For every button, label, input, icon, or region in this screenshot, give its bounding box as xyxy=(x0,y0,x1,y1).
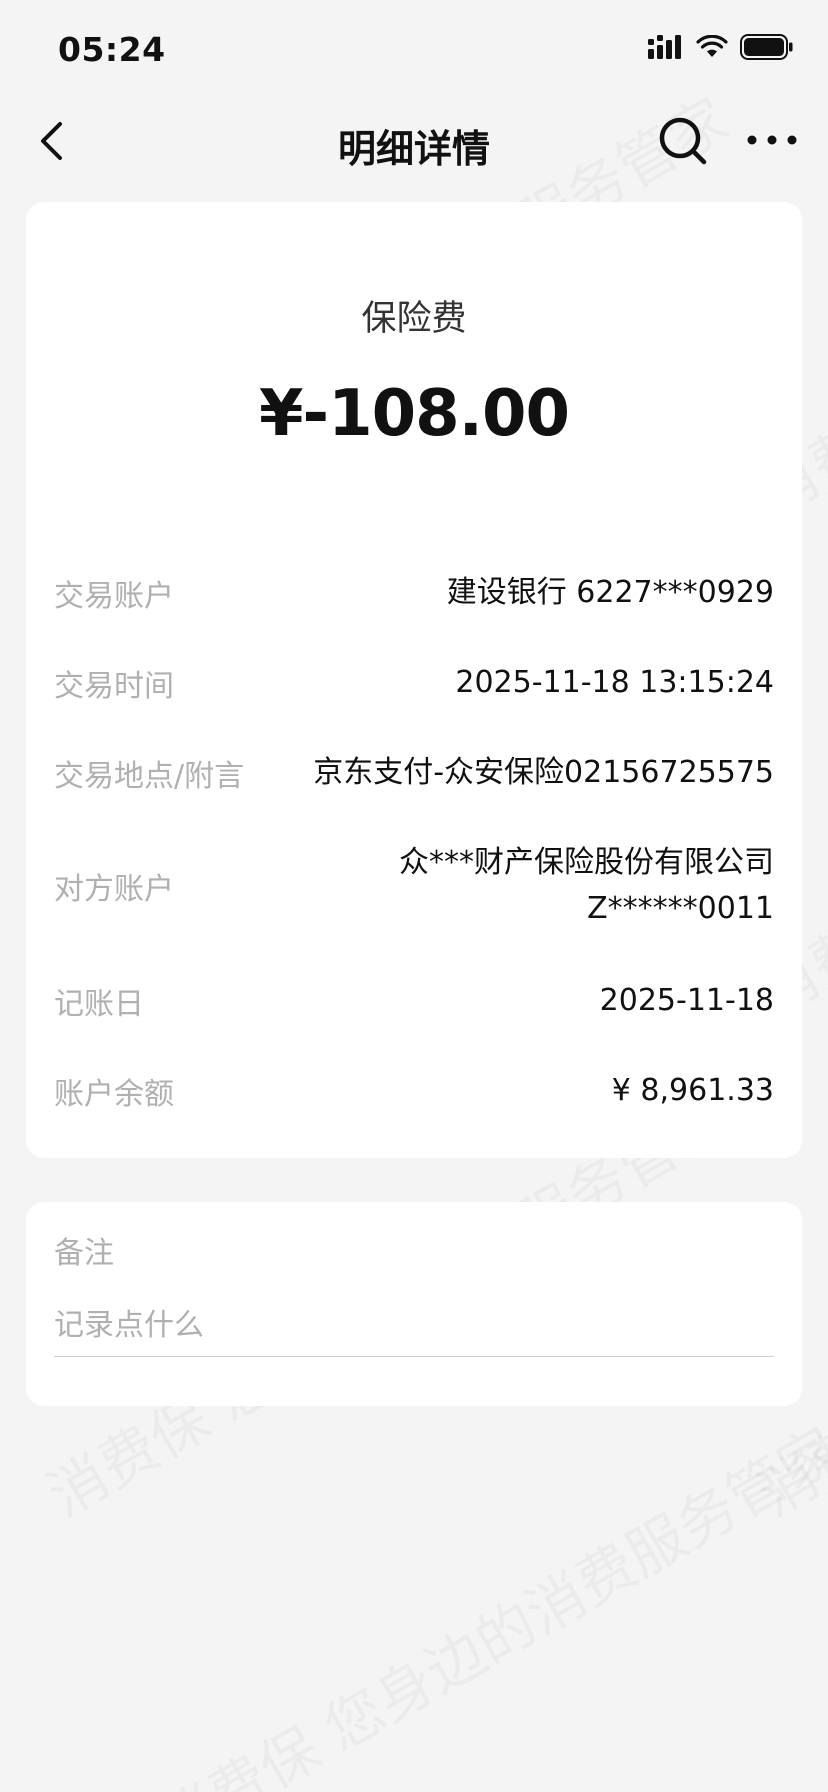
detail-label: 账户余额 xyxy=(54,1077,174,1112)
detail-row-balance: 账户余额 ¥ 8,961.33 xyxy=(54,1068,774,1114)
detail-value: ¥ 8,961.33 xyxy=(611,1073,774,1108)
cellular-signal-icon xyxy=(648,35,681,59)
search-icon[interactable] xyxy=(656,114,710,168)
detail-value: 2025-11-18 13:15:24 xyxy=(455,665,774,700)
wifi-icon xyxy=(696,35,728,57)
detail-value: 京东支付-众安保险02156725575 xyxy=(313,755,774,790)
detail-row-account: 交易账户 建设银行 6227***0929 xyxy=(54,570,774,616)
detail-label: 交易账户 xyxy=(54,579,174,614)
detail-value: 建设银行 6227***0929 xyxy=(446,575,774,610)
transaction-amount: ¥-108.00 xyxy=(258,377,570,451)
battery-icon xyxy=(740,34,793,60)
counterparty-account: Z******0011 xyxy=(587,891,774,926)
note-card: 备注 xyxy=(26,1202,802,1406)
status-time: 05:24 xyxy=(58,30,166,69)
detail-value: 众***财产保险股份有限公司 Z******0011 xyxy=(399,840,774,932)
detail-label: 交易时间 xyxy=(54,669,174,704)
detail-row-location: 交易地点/附言 京东支付-众安保险02156725575 xyxy=(54,750,774,796)
transaction-category: 保险费 xyxy=(361,299,467,339)
counterparty-name: 众***财产保险股份有限公司 xyxy=(399,845,774,880)
detail-row-posting-date: 记账日 2025-11-18 xyxy=(54,978,774,1024)
detail-row-counterparty: 对方账户 众***财产保险股份有限公司 Z******0011 xyxy=(54,840,774,932)
detail-value: 2025-11-18 xyxy=(599,983,774,1018)
note-input[interactable] xyxy=(54,1294,774,1357)
detail-label: 交易地点/附言 xyxy=(54,759,245,794)
detail-label: 对方账户 xyxy=(54,872,174,907)
detail-label: 记账日 xyxy=(54,987,144,1022)
note-label: 备注 xyxy=(54,1236,114,1271)
status-bar: 05:24 xyxy=(0,0,828,98)
detail-row-time: 交易时间 2025-11-18 13:15:24 xyxy=(54,660,774,706)
more-options-icon[interactable] xyxy=(744,120,800,160)
navigation-bar: 明细详情 xyxy=(0,98,828,184)
transaction-detail-card: 保险费 ¥-108.00 交易账户 建设银行 6227***0929 交易时间 … xyxy=(26,202,802,1158)
